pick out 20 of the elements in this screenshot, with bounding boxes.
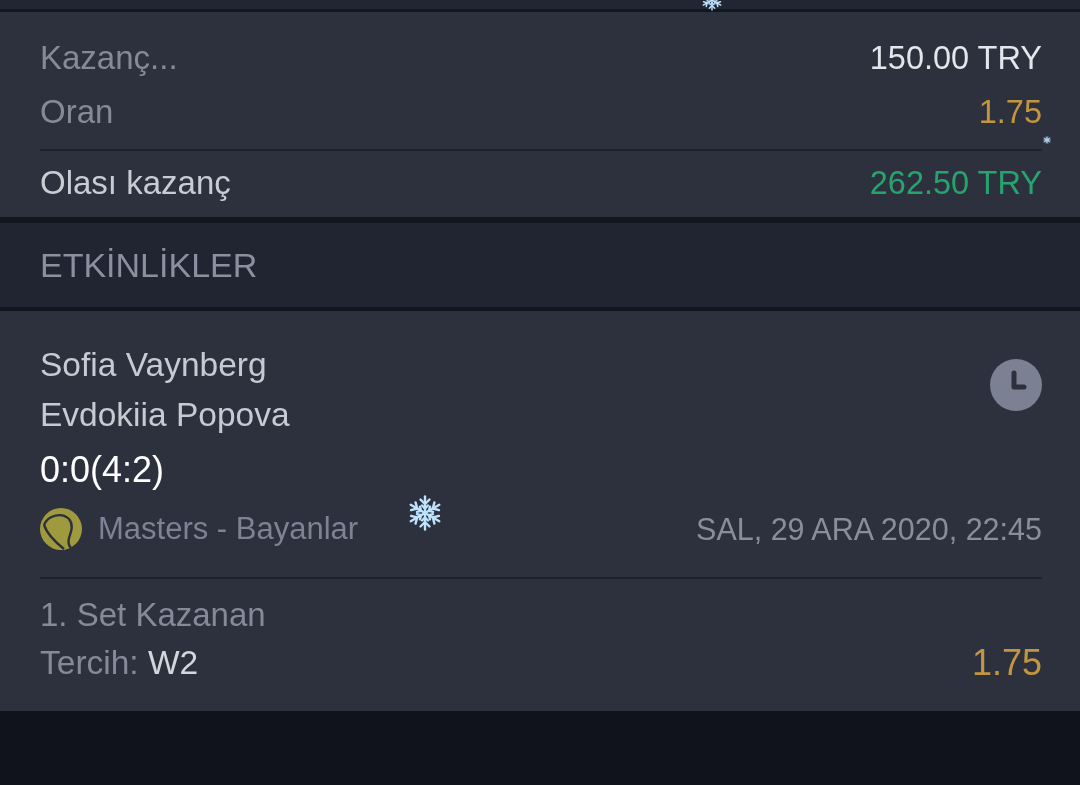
snowflake-icon xyxy=(1043,136,1051,144)
league-name: Masters - Bayanlar xyxy=(98,510,359,548)
odds-value: 1.75 xyxy=(971,643,1042,683)
match-date: SAL, 29 ARA 2020, 22:45 xyxy=(696,511,1042,548)
summary-label: Olası kazanç xyxy=(40,163,231,203)
market-name: 1. Set Kazanan xyxy=(40,595,266,635)
summary-value: 150.00 TRY xyxy=(869,39,1042,78)
summary-value: 1.75 xyxy=(978,93,1042,132)
snowflake-icon xyxy=(407,495,443,531)
summary-value: 262.50 TRY xyxy=(869,164,1042,203)
snowflake-icon xyxy=(701,0,723,11)
summary-label: Kazanç... xyxy=(40,38,178,78)
player-name: Evdokiia Popova xyxy=(40,395,290,435)
choice-text: Tercih: W2 xyxy=(40,643,199,683)
tennis-ball-icon xyxy=(40,508,82,550)
match-score: 0:0(4:2) xyxy=(40,448,165,492)
summary-label: Oran xyxy=(40,92,114,132)
player-name: Sofia Vaynberg xyxy=(40,345,267,385)
section-title: ETKİNLİKLER xyxy=(40,245,258,285)
clock-icon xyxy=(990,359,1042,411)
